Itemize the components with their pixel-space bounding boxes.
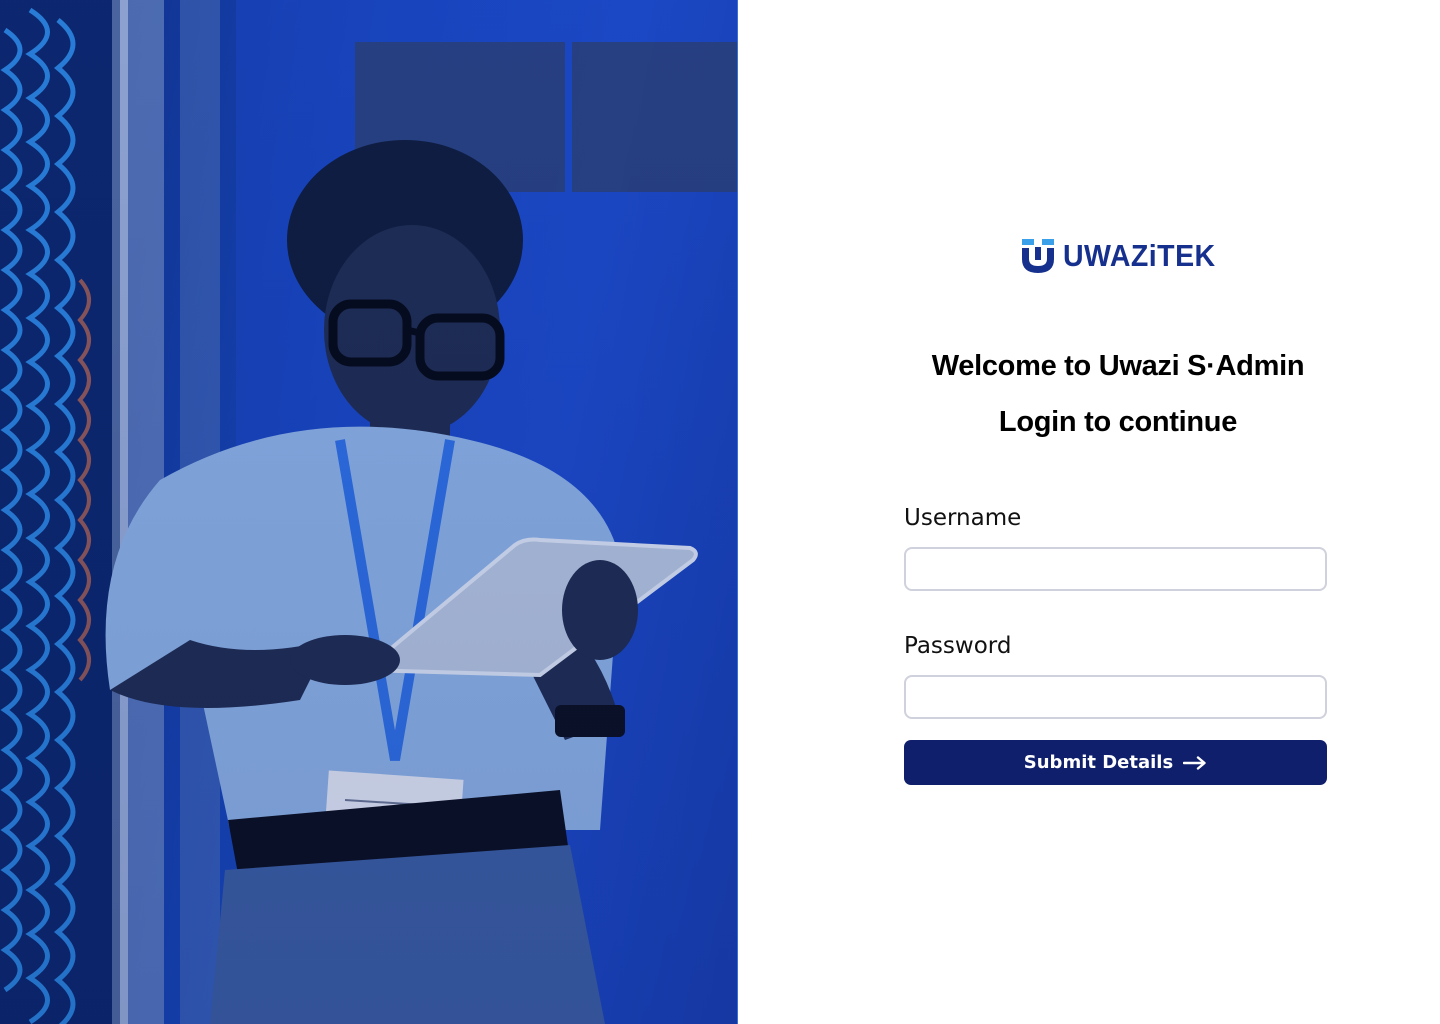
submit-details-button[interactable]: Submit Details	[904, 740, 1327, 785]
username-input[interactable]	[904, 547, 1327, 591]
login-panel: UWAZiTEK Welcome to Uwazi S·Admin Login …	[738, 0, 1440, 1024]
brand-name: UWAZiTEK	[1063, 238, 1216, 273]
login-page: UWAZiTEK Welcome to Uwazi S·Admin Login …	[0, 0, 1440, 1024]
password-input[interactable]	[904, 675, 1327, 719]
brand-logo: UWAZiTEK	[1022, 238, 1229, 274]
welcome-heading: Welcome to Uwazi S·Admin	[931, 350, 1305, 382]
uwazitek-u-icon	[1022, 239, 1054, 273]
hero-photo	[0, 0, 738, 1024]
login-subtitle: Login to continue	[998, 406, 1238, 438]
password-label: Password	[904, 633, 1012, 659]
username-label: Username	[904, 505, 1022, 531]
arrow-right-icon	[1183, 755, 1206, 770]
submit-button-label: Submit Details	[1023, 752, 1174, 773]
hero-color-overlay	[0, 0, 737, 1024]
